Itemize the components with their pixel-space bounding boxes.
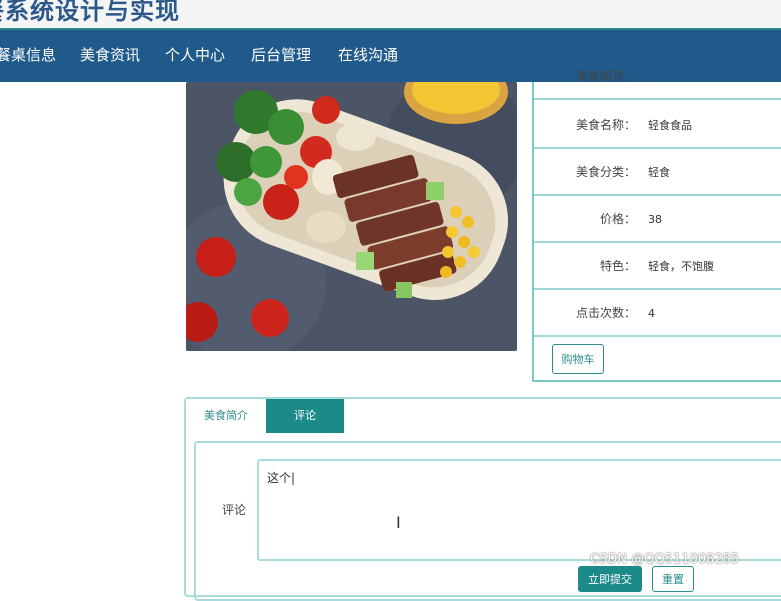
submit-button[interactable]: 立即提交	[578, 566, 642, 592]
detail-label: 点击次数：	[575, 306, 636, 320]
reset-button[interactable]: 重置	[652, 566, 694, 592]
detail-value: 38	[648, 213, 662, 226]
food-image	[186, 82, 517, 351]
text-cursor-icon: I	[396, 513, 401, 532]
food-photo-illustration	[186, 82, 517, 351]
comment-label: 评论	[222, 503, 247, 517]
nav-item-food-news[interactable]: 美食资讯	[80, 44, 140, 65]
nav-item-table-info[interactable]: 餐桌信息	[0, 44, 56, 65]
detail-value: 轻食	[648, 166, 670, 179]
detail-label: 美食分类：	[575, 165, 636, 179]
detail-row-id: 美食编号：	[534, 53, 781, 100]
nav-item-online-chat[interactable]: 在线沟通	[338, 44, 398, 65]
comment-textarea[interactable]: 这个|	[257, 459, 781, 561]
detail-value: 轻食食品	[648, 119, 692, 132]
detail-row-feature: 特色： 轻食，不饱腹	[534, 243, 781, 290]
add-to-cart-button[interactable]: 购物车	[552, 344, 604, 374]
detail-label: 美食编号：	[575, 69, 636, 83]
detail-row-category: 美食分类： 轻食	[534, 149, 781, 196]
detail-value: 轻食，不饱腹	[648, 260, 714, 273]
detail-row-name: 美食名称： 轻食食品	[534, 102, 781, 149]
nav-item-admin[interactable]: 后台管理	[251, 44, 311, 65]
detail-label: 价格：	[599, 212, 636, 226]
detail-label: 特色：	[599, 259, 636, 273]
top-header: 餐系统设计与实现	[0, 0, 781, 28]
detail-label: 美食名称：	[575, 118, 636, 132]
site-title: 餐系统设计与实现	[0, 0, 180, 25]
nav-item-personal-center[interactable]: 个人中心	[165, 44, 225, 65]
tab-comment[interactable]: 评论	[266, 399, 344, 433]
detail-row-clicks: 点击次数： 4	[534, 290, 781, 337]
food-detail-panel: 美食编号： 美食名称： 轻食食品 美食分类： 轻食 价格： 38 特色： 轻食，…	[532, 69, 781, 382]
detail-row-price: 价格： 38	[534, 196, 781, 243]
detail-value: 4	[648, 307, 655, 320]
tab-food-intro[interactable]: 美食简介	[186, 399, 266, 433]
watermark: CSDN @QQ511008285	[590, 552, 740, 567]
